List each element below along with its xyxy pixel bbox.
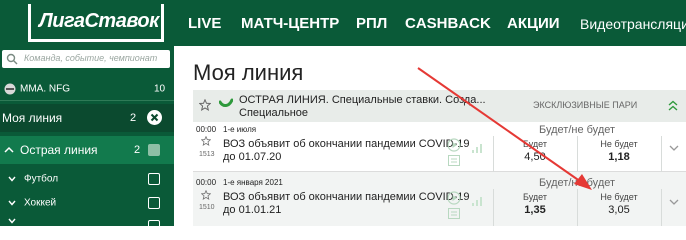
close-icon[interactable]: [147, 110, 162, 125]
odd-value: 3,05: [608, 204, 630, 216]
odd-label: Будет: [523, 192, 547, 202]
logo-text: ЛигаСтавок: [39, 10, 159, 32]
play-icon[interactable]: [447, 138, 461, 152]
chevron-up-icon: [4, 146, 14, 153]
odd-label: Не будет: [600, 139, 638, 149]
section-subtitle: Специальное: [239, 107, 309, 119]
sidebar-item-mma[interactable]: MMA. NFG 10: [0, 78, 174, 100]
sidebar: Команда, событие, чемпионат MMA. NFG 10 …: [0, 46, 174, 226]
event-name-line2[interactable]: до 01.07.20: [223, 151, 281, 163]
chevron-down-icon[interactable]: [669, 144, 679, 152]
sidebar-item-count: 10: [154, 83, 166, 95]
top-header: ЛигаСтавок LIVE МАТЧ-ЦЕНТР РПЛ CASHBACK …: [0, 0, 686, 46]
section-header[interactable]: ОСТРАЯ ЛИНИЯ. Специальные ставки. Созда.…: [193, 90, 686, 122]
exclusive-badge: ЭКСКЛЮЗИВНЫЕ ПАРИ: [533, 100, 638, 110]
play-icon[interactable]: [447, 191, 461, 205]
stats-icon[interactable]: [448, 208, 460, 219]
divider: [0, 100, 174, 101]
nav-cashback[interactable]: CASHBACK: [405, 15, 491, 32]
double-chevron-up-icon[interactable]: [668, 100, 678, 112]
event-id: 1513: [199, 151, 215, 158]
odd-value: 4,50: [524, 151, 546, 163]
event-time: 00:00: [196, 125, 217, 134]
nav-live[interactable]: LIVE: [188, 15, 221, 32]
nav-video[interactable]: Видеотрансляции: [580, 16, 686, 32]
sidebar-item-label: Хоккей: [24, 197, 57, 209]
chart-bars-icon[interactable]: [471, 142, 483, 154]
odd-no-button[interactable]: Не будет 1,18: [578, 136, 660, 172]
sidebar-item-label: Моя линия: [2, 111, 63, 125]
odd-value: 1,35: [524, 204, 546, 216]
odd-label: Будет: [523, 139, 547, 149]
odd-label: Не будет: [600, 192, 638, 202]
star-icon[interactable]: [201, 136, 211, 146]
chili-pepper-icon: [219, 98, 233, 107]
sidebar-item-label: MMA. NFG: [20, 83, 70, 95]
chevron-down-icon: [8, 218, 16, 224]
chevron-down-icon[interactable]: [669, 198, 679, 206]
search-input[interactable]: Команда, событие, чемпионат: [2, 50, 170, 68]
chevron-down-icon: [8, 200, 16, 206]
sidebar-item-label: Футбол: [24, 173, 59, 185]
sidebar-item-football[interactable]: Футбол: [0, 167, 174, 191]
chevron-down-icon: [8, 176, 16, 182]
page-title: Моя линия: [193, 60, 304, 85]
star-icon[interactable]: [199, 99, 211, 111]
stats-icon[interactable]: [448, 155, 460, 166]
logo[interactable]: ЛигаСтавок: [28, 4, 164, 42]
search-placeholder: Команда, событие, чемпионат: [24, 53, 158, 63]
odd-value: 1,18: [608, 151, 630, 163]
event-id: 1510: [199, 204, 215, 211]
event-date: 1-е января 2021: [223, 178, 283, 187]
section-title: ОСТРАЯ ЛИНИЯ. Специальные ставки. Созда.…: [239, 94, 486, 106]
checkbox[interactable]: [148, 220, 160, 226]
nav-match-center[interactable]: МАТЧ-ЦЕНТР: [241, 15, 339, 32]
sidebar-item-label: Острая линия: [20, 143, 98, 157]
sidebar-item-hockey[interactable]: Хоккей: [0, 191, 174, 215]
event-date: 1-е июля: [223, 125, 257, 134]
sidebar-item-count: 2: [134, 144, 141, 156]
divider: [661, 189, 662, 226]
market-name: Будет/не будет: [539, 124, 616, 136]
event-name-line2[interactable]: до 01.01.21: [223, 204, 281, 216]
divider: [661, 136, 662, 172]
checkbox[interactable]: [148, 173, 160, 185]
nav-rpl[interactable]: РПЛ: [356, 15, 387, 32]
event-name[interactable]: ВОЗ объявит об окончании пандемии COVID-…: [223, 138, 470, 150]
odd-yes-button[interactable]: Будет 1,35: [494, 189, 576, 226]
checkbox[interactable]: [148, 144, 160, 156]
chart-bars-icon[interactable]: [471, 195, 483, 207]
sidebar-item-hot-line[interactable]: Острая линия 2: [0, 136, 174, 164]
sidebar-item-my-line[interactable]: Моя линия 2: [0, 104, 174, 132]
sidebar-item-partial[interactable]: [0, 216, 174, 226]
star-icon[interactable]: [201, 190, 211, 200]
event-row[interactable]: 00:00 1513 1-е июля ВОЗ объявит об оконч…: [193, 122, 686, 172]
event-time: 00:00: [196, 178, 217, 187]
odd-no-button[interactable]: Не будет 3,05: [578, 189, 660, 226]
search-icon: [6, 53, 18, 65]
odd-yes-button[interactable]: Будет 4,50: [494, 136, 576, 172]
sport-icon: [4, 83, 16, 95]
event-row[interactable]: 00:00 1510 1-е января 2021 ВОЗ объявит о…: [193, 172, 686, 226]
nav-promotions[interactable]: АКЦИИ: [507, 15, 560, 32]
sidebar-item-count: 2: [130, 112, 137, 124]
checkbox[interactable]: [148, 197, 160, 209]
event-name[interactable]: ВОЗ объявит об окончании пандемии COVID-…: [223, 191, 470, 203]
market-name: Будет/не будет: [539, 177, 616, 189]
